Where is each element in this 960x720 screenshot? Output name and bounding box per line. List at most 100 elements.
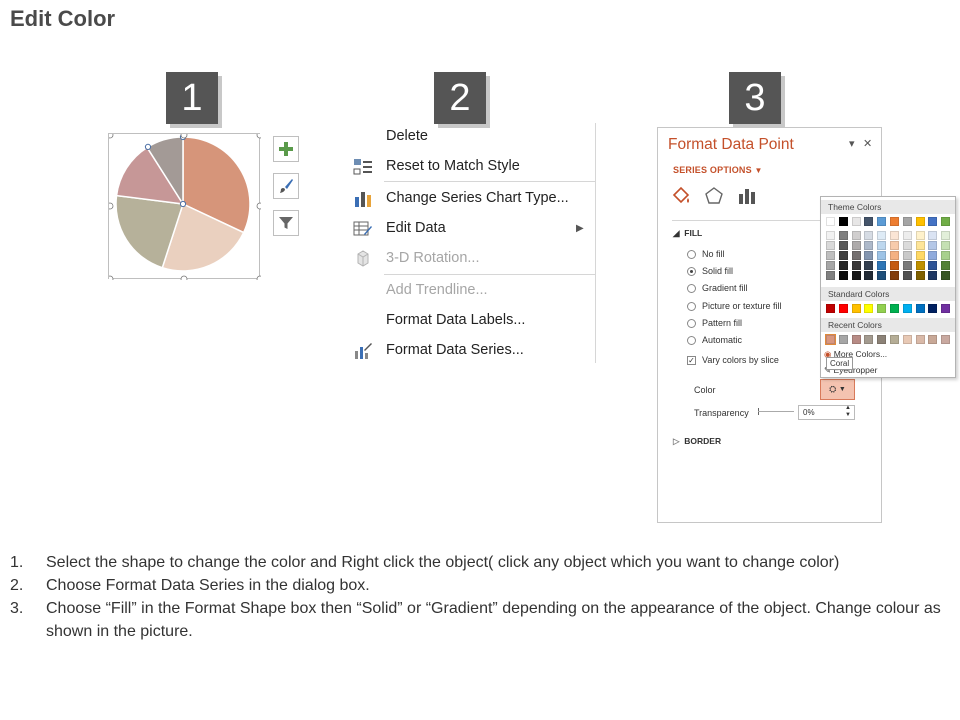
theme-color-swatch[interactable] <box>864 271 874 280</box>
theme-color-swatch[interactable] <box>864 241 874 250</box>
fill-line-tab-icon[interactable] <box>670 186 692 206</box>
recent-color-swatch[interactable] <box>928 335 938 344</box>
radio-picture-fill[interactable]: Picture or texture fill <box>687 301 782 311</box>
recent-color-swatch[interactable] <box>851 335 861 344</box>
theme-color-swatch[interactable] <box>902 271 912 280</box>
theme-color-swatch[interactable] <box>915 241 925 250</box>
theme-color-swatch[interactable] <box>928 271 938 280</box>
standard-color-swatch[interactable] <box>877 304 887 313</box>
chart-selection-frame[interactable] <box>108 133 261 280</box>
chart-styles-button[interactable] <box>273 173 299 199</box>
menu-item-change-chart-type[interactable]: Change Series Chart Type... <box>386 190 569 206</box>
handle-bottom[interactable] <box>180 275 188 280</box>
check-icon[interactable]: ✓ <box>687 355 696 365</box>
radio-pattern-fill[interactable]: Pattern fill <box>687 318 742 328</box>
recent-color-swatch[interactable] <box>941 335 951 344</box>
series-options-dropdown[interactable]: SERIES OPTIONS ▼ <box>673 165 763 175</box>
theme-color-swatch[interactable] <box>851 261 861 270</box>
theme-color-swatch[interactable] <box>915 261 925 270</box>
theme-color-swatch[interactable] <box>838 241 848 250</box>
theme-color-swatch[interactable] <box>851 271 861 280</box>
radio-button[interactable] <box>687 318 696 328</box>
theme-color-swatch[interactable] <box>890 231 899 240</box>
radio-button[interactable] <box>687 266 696 276</box>
handle-top[interactable] <box>180 134 188 139</box>
handle-right[interactable] <box>256 202 261 210</box>
standard-color-swatch[interactable] <box>890 304 899 313</box>
theme-color-swatch[interactable] <box>851 251 861 260</box>
handle-top-left[interactable] <box>109 134 114 139</box>
theme-color-swatch[interactable] <box>864 261 874 270</box>
theme-color-swatch[interactable] <box>928 217 938 226</box>
recent-color-swatch[interactable] <box>825 334 836 345</box>
theme-color-swatch[interactable] <box>902 261 912 270</box>
theme-color-swatch[interactable] <box>915 271 925 280</box>
recent-color-swatch[interactable] <box>838 335 848 344</box>
pane-options-dropdown[interactable]: ▾ <box>849 137 855 150</box>
menu-item-reset-style[interactable]: Reset to Match Style <box>386 158 520 174</box>
theme-color-swatch[interactable] <box>877 261 887 270</box>
radio-button[interactable] <box>687 301 696 311</box>
theme-color-swatch[interactable] <box>826 231 835 240</box>
radio-gradient-fill[interactable]: Gradient fill <box>687 283 748 293</box>
fill-section-header[interactable]: ◢ FILL <box>673 228 702 239</box>
theme-color-swatch[interactable] <box>838 231 848 240</box>
theme-color-swatch[interactable] <box>851 241 861 250</box>
transparency-slider[interactable] <box>758 408 794 415</box>
theme-color-swatch[interactable] <box>915 251 925 260</box>
theme-color-swatch[interactable] <box>877 231 887 240</box>
theme-color-swatch[interactable] <box>877 217 887 226</box>
border-section-header[interactable]: ▷ BORDER <box>673 436 721 447</box>
menu-item-edit-data[interactable]: Edit Data <box>386 220 446 236</box>
theme-color-swatch[interactable] <box>838 261 848 270</box>
standard-color-swatch[interactable] <box>941 304 951 313</box>
theme-color-swatch[interactable] <box>902 231 912 240</box>
theme-color-swatch[interactable] <box>928 241 938 250</box>
fill-color-button[interactable]: ⛭ ▼ <box>820 379 855 400</box>
chart-filters-button[interactable] <box>273 210 299 236</box>
handle-top-right[interactable] <box>256 134 261 139</box>
recent-color-swatch[interactable] <box>902 335 912 344</box>
menu-item-delete[interactable]: Delete <box>386 128 428 144</box>
effects-tab-icon[interactable] <box>703 186 725 206</box>
theme-color-swatch[interactable] <box>838 271 848 280</box>
slice-selection-handle[interactable] <box>144 143 152 150</box>
close-icon[interactable]: ✕ <box>863 137 872 150</box>
standard-color-swatch[interactable] <box>851 304 861 313</box>
chart-elements-button[interactable] <box>273 136 299 162</box>
standard-color-swatch[interactable] <box>915 304 925 313</box>
radio-button[interactable] <box>687 335 696 345</box>
theme-color-swatch[interactable] <box>902 217 912 226</box>
theme-color-swatch[interactable] <box>838 251 848 260</box>
standard-color-swatch[interactable] <box>826 304 835 313</box>
theme-color-swatch[interactable] <box>941 231 951 240</box>
theme-color-swatch[interactable] <box>915 217 925 226</box>
theme-color-swatch[interactable] <box>890 217 899 226</box>
radio-automatic[interactable]: Automatic <box>687 335 742 345</box>
theme-color-swatch[interactable] <box>928 261 938 270</box>
recent-color-swatch[interactable] <box>915 335 925 344</box>
menu-item-format-data-labels[interactable]: Format Data Labels... <box>386 312 525 328</box>
radio-no-fill[interactable]: No fill <box>687 249 725 259</box>
theme-color-swatch[interactable] <box>915 231 925 240</box>
standard-color-swatch[interactable] <box>902 304 912 313</box>
theme-color-swatch[interactable] <box>890 251 899 260</box>
spinner-icon[interactable]: ▲ ▼ <box>845 405 851 419</box>
theme-color-swatch[interactable] <box>941 241 951 250</box>
theme-color-swatch[interactable] <box>928 251 938 260</box>
recent-color-swatch[interactable] <box>890 335 899 344</box>
theme-color-swatch[interactable] <box>890 261 899 270</box>
theme-color-swatch[interactable] <box>826 241 835 250</box>
handle-left[interactable] <box>109 202 114 210</box>
theme-color-swatch[interactable] <box>902 251 912 260</box>
theme-color-swatch[interactable] <box>826 251 835 260</box>
theme-color-swatch[interactable] <box>864 217 874 226</box>
theme-color-swatch[interactable] <box>826 217 835 226</box>
radio-solid-fill[interactable]: Solid fill <box>687 266 733 276</box>
theme-color-swatch[interactable] <box>941 261 951 270</box>
theme-color-swatch[interactable] <box>826 261 835 270</box>
pie-chart[interactable] <box>109 134 261 280</box>
standard-color-swatch[interactable] <box>864 304 874 313</box>
menu-item-format-data-series[interactable]: Format Data Series... <box>386 342 524 358</box>
theme-color-swatch[interactable] <box>890 271 899 280</box>
